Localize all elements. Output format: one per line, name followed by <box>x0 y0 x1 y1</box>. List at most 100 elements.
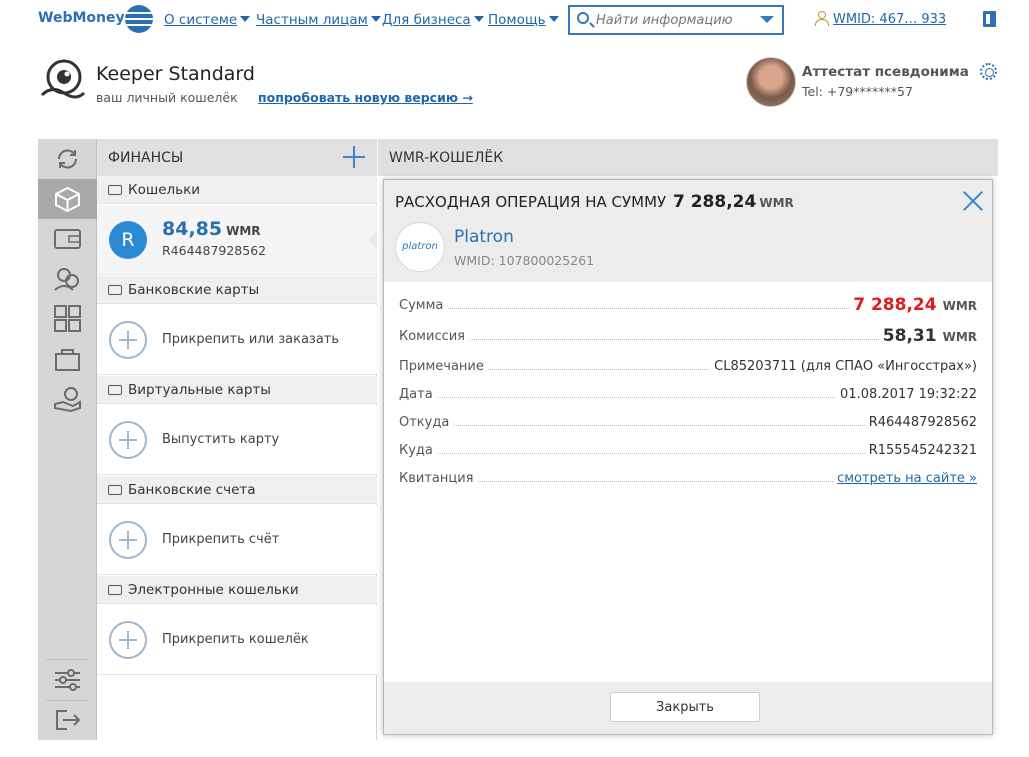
action-label: Прикрепить счёт <box>162 532 280 547</box>
section-label: Кошельки <box>128 182 201 198</box>
cube-icon <box>55 186 80 212</box>
sidebar-item-contacts[interactable] <box>38 259 97 299</box>
chevron-down-icon <box>370 16 381 22</box>
wmid-link[interactable]: WMID: 467… 933 <box>833 12 946 27</box>
search-input[interactable] <box>596 10 756 30</box>
issue-virtual-card-row[interactable]: Выпустить карту <box>97 405 377 475</box>
detail-value: R155545242321 <box>864 443 977 458</box>
wallet-badge: R <box>109 221 147 259</box>
dialog-header: РАСХОДНАЯ ОПЕРАЦИЯ НА СУММУ 7 288,24 WMR … <box>384 180 992 282</box>
finances-header: ФИНАНСЫ <box>97 139 377 176</box>
keeper-logo <box>40 59 86 99</box>
brand-logo-text[interactable]: WebMoney <box>38 10 125 26</box>
section-wallets[interactable]: Кошельки <box>97 176 377 204</box>
wallet-number: R464487928562 <box>162 243 267 258</box>
webmoney-globe-icon[interactable] <box>125 5 153 33</box>
search-dropdown-icon[interactable] <box>760 16 774 23</box>
chevron-down-icon <box>548 16 559 22</box>
plus-circle-icon <box>109 621 147 659</box>
virtual-card-icon <box>108 385 122 395</box>
section-label: Электронные кошельки <box>128 582 299 598</box>
wallet-balance: 84,85 WMR <box>162 218 261 240</box>
nav-item-about[interactable]: О системе <box>164 12 251 28</box>
exit-button[interactable] <box>38 700 97 740</box>
detail-label: Куда <box>399 443 437 458</box>
detail-label: Комиссия <box>399 329 470 344</box>
wallet-row-wmr[interactable]: R 84,85 WMR R464487928562 <box>97 205 377 275</box>
sliders-icon <box>55 669 80 691</box>
bank-icon <box>108 485 122 495</box>
detail-label: Квитанция <box>399 471 478 486</box>
view-receipt-link[interactable]: смотреть на сайте » <box>833 471 977 486</box>
transaction-dialog: РАСХОДНАЯ ОПЕРАЦИЯ НА СУММУ 7 288,24 WMR … <box>383 179 993 735</box>
finances-panel: ФИНАНСЫ Кошельки R 84,85 WMR R46448792856… <box>97 139 377 740</box>
nav-item-help[interactable]: Помощь <box>488 12 559 28</box>
dialog-title: РАСХОДНАЯ ОПЕРАЦИЯ НА СУММУ 7 288,24 WMR <box>395 192 794 212</box>
section-label: Банковские счета <box>128 482 256 498</box>
bank-card-icon <box>108 285 122 295</box>
recipient-wmid: WMID: 107800025261 <box>454 253 595 268</box>
avatar[interactable] <box>746 57 796 107</box>
action-label: Прикрепить кошелёк <box>162 632 309 647</box>
detail-row-receipt: Квитанция смотреть на сайте » <box>399 468 977 488</box>
finances-title: ФИНАНСЫ <box>108 150 184 166</box>
sidebar-item-finances[interactable] <box>38 179 106 219</box>
user-icon <box>815 11 829 26</box>
top-nav: WebMoney О системе Частным лицам Для биз… <box>0 0 1029 42</box>
detail-label: Сумма <box>399 298 448 313</box>
try-new-version-link[interactable]: попробовать новую версию → <box>258 90 473 105</box>
action-label: Прикрепить или заказать <box>162 332 340 347</box>
plus-circle-icon <box>109 421 147 459</box>
services-grid-icon <box>54 305 81 332</box>
detail-label: Примечание <box>399 359 488 374</box>
settings-button[interactable] <box>38 660 97 700</box>
detail-row-from: Откуда R464487928562 <box>399 412 977 432</box>
content-header: WMR-КОШЕЛЁК <box>378 139 998 176</box>
attach-e-wallet-row[interactable]: Прикрепить кошелёк <box>97 605 377 675</box>
attach-bank-account-row[interactable]: Прикрепить счёт <box>97 505 377 575</box>
detail-value: 58,31 WMR <box>878 326 977 346</box>
nav-item-business[interactable]: Для бизнеса <box>382 12 484 28</box>
attestat-label[interactable]: Аттестат псевдонима <box>802 64 969 80</box>
hand-money-icon <box>54 387 81 412</box>
sidebar-item-shop[interactable] <box>38 339 97 379</box>
section-bank-cards[interactable]: Банковские карты <box>97 276 377 304</box>
close-icon[interactable] <box>962 190 984 212</box>
recipient-name[interactable]: Platron <box>454 227 514 247</box>
search-box[interactable] <box>568 5 784 35</box>
detail-row-fee: Комиссия 58,31 WMR <box>399 326 977 346</box>
section-bank-accounts[interactable]: Банковские счета <box>97 476 377 504</box>
sidebar-item-credits[interactable] <box>38 379 97 419</box>
plus-circle-icon <box>109 521 147 559</box>
add-icon[interactable] <box>343 146 365 168</box>
action-label: Выпустить карту <box>162 432 280 447</box>
sync-button[interactable] <box>38 139 97 179</box>
detail-value: 7 288,24 WMR <box>849 295 977 315</box>
attach-bank-card-row[interactable]: Прикрепить или заказать <box>97 305 377 375</box>
detail-value: 01.08.2017 19:32:22 <box>836 387 977 402</box>
close-button[interactable]: Закрыть <box>610 692 760 722</box>
nav-item-individuals[interactable]: Частным лицам <box>256 12 381 28</box>
detail-value: R464487928562 <box>864 415 977 430</box>
detail-row-note: Примечание CL85203711 (для СПАО «Ингосст… <box>399 356 977 376</box>
dialog-footer: Закрыть <box>384 682 992 734</box>
detail-row-to: Куда R155545242321 <box>399 440 977 460</box>
wallet-icon <box>54 229 81 249</box>
shopping-bag-icon <box>55 349 80 371</box>
section-virtual-cards[interactable]: Виртуальные карты <box>97 376 377 404</box>
recipient-logo: platron <box>395 222 445 272</box>
sync-icon <box>58 149 77 169</box>
wallet-icon <box>108 185 122 195</box>
sidebar-item-wallet[interactable] <box>38 219 97 259</box>
section-e-wallets[interactable]: Электронные кошельки <box>97 576 377 604</box>
app-subtitle: ваш личный кошелёк <box>96 90 238 105</box>
logout-icon[interactable] <box>983 11 996 27</box>
app-title: Keeper Standard <box>96 63 255 85</box>
sidebar-item-services[interactable] <box>38 299 97 339</box>
search-icon <box>577 12 589 24</box>
gear-icon[interactable] <box>980 63 997 80</box>
detail-value: CL85203711 (для СПАО «Ингосстрах») <box>710 359 977 374</box>
phone-number: Tel: +79*******57 <box>802 84 913 99</box>
icon-sidebar <box>38 139 106 740</box>
exit-icon <box>56 710 81 730</box>
